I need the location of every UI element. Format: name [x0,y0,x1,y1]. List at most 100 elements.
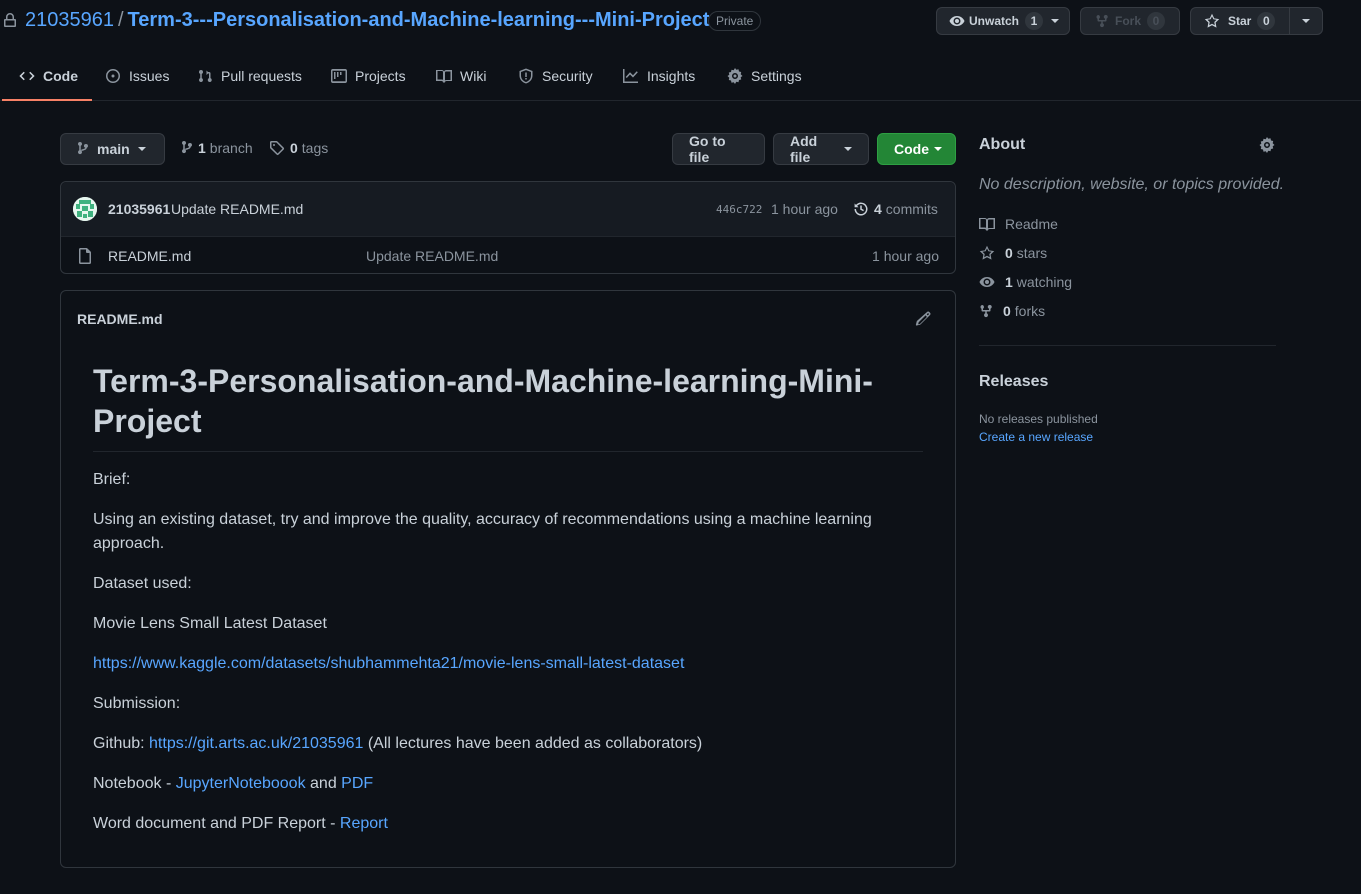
pull-request-icon [197,68,213,84]
tab-code[interactable]: Code [2,52,92,101]
file-browser: 21035961 Update README.md 446c722 1 hour… [60,181,956,274]
tab-pull-requests[interactable]: Pull requests [180,52,316,100]
readme-dataset-paragraph: https://www.kaggle.com/datasets/shubhamm… [93,652,923,676]
readme-filename-link[interactable]: README.md [77,311,163,327]
file-name-link[interactable]: README.md [108,248,191,264]
commits-history-link[interactable]: 4 commits [853,201,938,217]
file-icon [78,248,92,264]
readme-dataset-name: Movie Lens Small Latest Dataset [93,615,327,632]
readme-notebook-paragraph: Notebook - JupyterNoteboook and PDF [93,772,923,796]
fork-count: 0 [1147,12,1166,30]
chevron-down-icon [934,147,942,151]
code-button[interactable]: Code [877,133,956,165]
tags-link[interactable]: 0 tags [269,140,328,156]
repo-title-separator: / [117,9,124,31]
commit-count-label: commits [885,201,938,217]
tab-projects[interactable]: Projects [314,52,420,100]
eye-icon [979,274,995,290]
pdf-link[interactable]: PDF [341,775,373,792]
readme-sidebar-label: Readme [1005,216,1058,232]
readme-title: Term-3-Personalisation-and-Machine-learn… [93,361,923,452]
notebook-prefix: Notebook - [93,775,176,792]
unwatch-label: Unwatch [969,14,1020,28]
watching-label: watching [1016,274,1073,290]
tab-label: Projects [355,68,406,84]
go-to-file-label: Go to file [689,133,726,165]
report-link[interactable]: Report [340,815,388,832]
fork-label: Fork [1115,14,1142,28]
file-commit-time: 1 hour ago [872,248,939,264]
commit-count: 4 [874,201,882,217]
pencil-icon[interactable] [915,311,931,327]
sidebar-divider [979,345,1276,346]
add-file-button[interactable]: Add file [773,133,869,165]
commit-sha-link[interactable]: 446c722 [716,203,762,216]
branches-link[interactable]: 1 branch [181,140,253,156]
eye-icon [949,13,965,29]
repo-name-link[interactable]: Term-3---Personalisation-and-Machine-lea… [128,9,710,31]
dataset-link[interactable]: https://www.kaggle.com/datasets/shubhamm… [93,655,684,672]
tab-wiki[interactable]: Wiki [419,52,500,100]
latest-commit-row: 21035961 Update README.md 446c722 1 hour… [61,182,955,237]
readme-submission-label: Submission: [93,695,181,712]
readme-panel: README.md Term-3-Personalisation-and-Mac… [60,290,956,868]
star-list-dropdown[interactable] [1289,7,1323,35]
table-row: README.md Update README.md 1 hour ago [61,237,955,274]
tab-security[interactable]: Security [501,52,607,100]
commit-time: 1 hour ago [771,201,838,217]
fork-icon [1095,13,1109,29]
readme-dataset-label: Dataset used: [93,575,192,592]
tag-count-label: tags [301,140,329,156]
avatar[interactable] [73,197,97,221]
about-description: No description, website, or topics provi… [979,176,1285,193]
gear-icon[interactable] [1259,137,1275,153]
tab-issues[interactable]: Issues [88,52,183,100]
code-label: Code [894,141,929,157]
watching-count: 1 [1005,274,1013,290]
repo-owner-link[interactable]: 21035961 [25,9,114,31]
forks-link[interactable]: 0 forks [979,303,1045,319]
tab-label: Security [542,68,593,84]
branch-select-button[interactable]: main [60,133,165,165]
tab-label: Code [43,67,78,84]
unwatch-button[interactable]: Unwatch 1 [936,7,1070,35]
tab-label: Pull requests [221,68,302,84]
branch-count-label: branch [209,140,253,156]
fork-icon [979,303,993,319]
star-count: 0 [1257,12,1276,30]
code-icon [19,68,35,84]
stars-link[interactable]: 0 stars [979,245,1047,261]
tag-count: 0 [290,140,298,156]
tab-settings[interactable]: Settings [710,52,816,100]
commit-author-link[interactable]: 21035961 [108,201,170,217]
watchers-link[interactable]: 1 watching [979,274,1072,290]
notebook-link[interactable]: JupyterNoteboook [176,775,306,792]
readme-sidebar-link[interactable]: Readme [979,216,1058,232]
star-icon [979,245,995,261]
tab-insights[interactable]: Insights [606,52,709,100]
readme-brief-text: Using an existing dataset, try and impro… [93,511,872,552]
readme-brief-label: Brief: [93,471,131,488]
forks-count: 0 [1003,303,1011,319]
book-icon [979,216,995,232]
github-prefix: Github: [93,735,150,752]
fork-button[interactable]: Fork 0 [1080,7,1180,35]
chevron-down-icon [137,147,146,151]
notebook-and: and [305,775,342,792]
go-to-file-button[interactable]: Go to file [672,133,765,165]
gear-icon [727,68,743,84]
repo-title: 21035961/Term-3---Personalisation-and-Ma… [25,9,709,32]
star-icon [1204,13,1220,29]
star-button[interactable]: Star 0 [1190,7,1290,35]
watch-count: 1 [1025,12,1044,30]
issue-icon [105,68,121,84]
report-prefix: Word document and PDF Report - [93,815,340,832]
visibility-badge: Private [708,11,762,31]
github-link[interactable]: https://git.arts.ac.uk/21035961 [149,735,363,752]
create-release-link[interactable]: Create a new release [979,430,1093,444]
tab-label: Insights [647,68,696,84]
releases-title[interactable]: Releases [979,373,1048,391]
commit-message-link[interactable]: Update README.md [171,201,303,217]
star-label: Star [1228,14,1252,28]
file-commit-message-link[interactable]: Update README.md [366,248,498,264]
